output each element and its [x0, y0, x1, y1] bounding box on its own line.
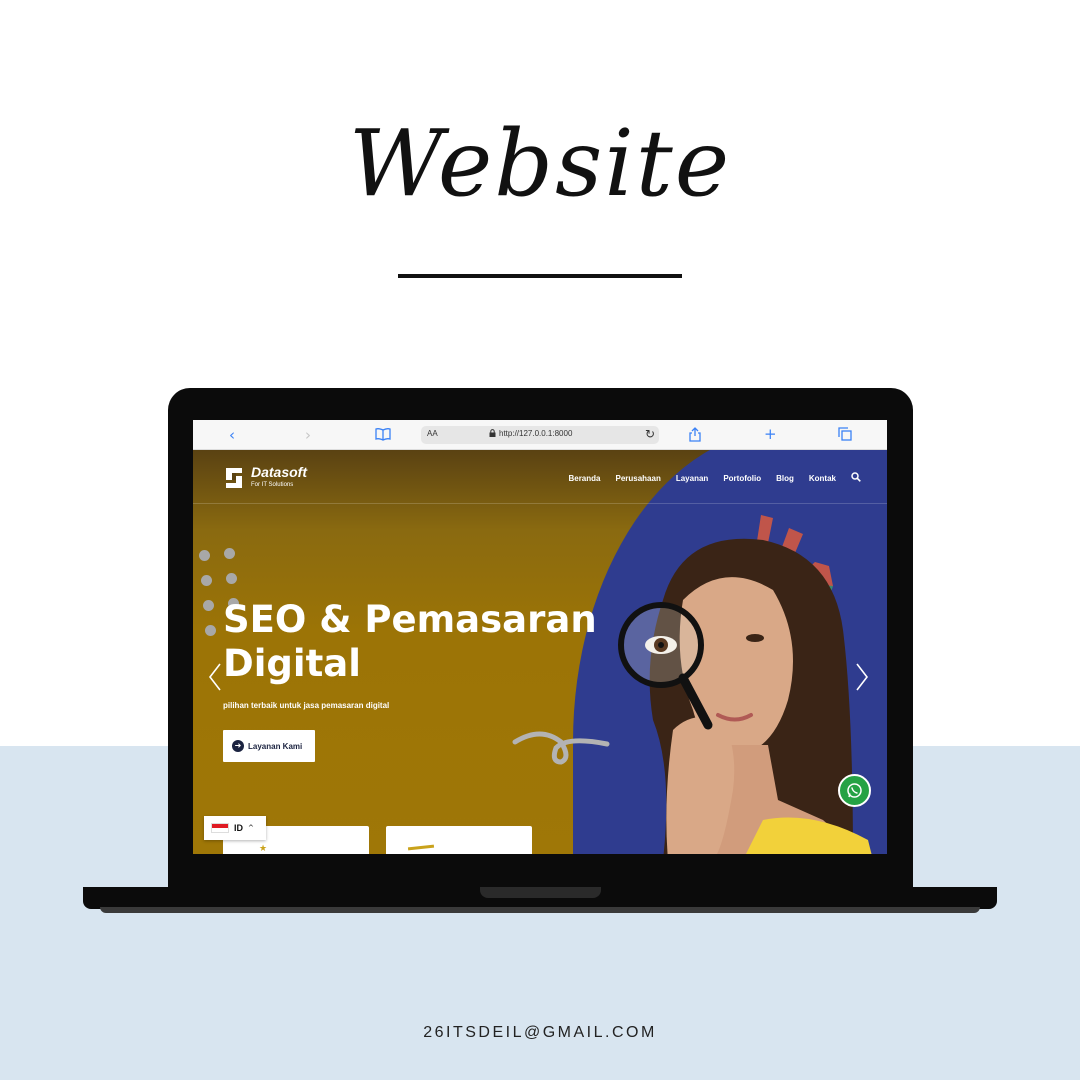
nav-item-layanan[interactable]: Layanan: [676, 474, 708, 483]
decor-dot: [205, 625, 216, 636]
url-text: http://127.0.0.1:8000: [499, 429, 573, 438]
lock-icon: [489, 429, 496, 439]
reload-icon[interactable]: ↻: [645, 427, 655, 441]
heading-underline: [398, 274, 682, 278]
decor-dot: [199, 550, 210, 561]
nav-item-kontak[interactable]: Kontak: [809, 474, 836, 483]
decor-dot: [201, 575, 212, 586]
page-heading: Website: [348, 110, 732, 217]
new-tab-icon[interactable]: +: [764, 425, 777, 443]
hero-subtitle: pilihan terbaik untuk jasa pemasaran dig…: [223, 701, 390, 710]
nav-divider: [193, 503, 887, 504]
hero-title: SEO & Pemasaran Digital: [223, 598, 597, 686]
whatsapp-icon: [847, 783, 862, 798]
main-nav: Beranda Perusahaan Layanan Portofolio Bl…: [568, 472, 861, 485]
nav-item-perusahaan[interactable]: Perusahaan: [615, 474, 660, 483]
forward-icon[interactable]: ›: [305, 426, 311, 444]
brand-tagline: For IT Solutions: [251, 482, 294, 488]
arrow-right-icon: ➜: [232, 740, 244, 752]
hero-person-image: [618, 538, 872, 854]
language-switcher[interactable]: ID ^: [204, 816, 266, 840]
services-cta-label: Layanan Kami: [248, 741, 303, 751]
decor-dot: [226, 573, 237, 584]
nav-item-blog[interactable]: Blog: [776, 474, 794, 483]
back-icon[interactable]: ‹: [229, 426, 235, 444]
search-icon[interactable]: [851, 472, 861, 485]
card-decor-icon: [407, 844, 435, 851]
laptop-notch: [480, 887, 601, 898]
indonesia-flag-icon: [211, 823, 229, 833]
slider-prev-icon[interactable]: [208, 662, 222, 700]
slider-next-icon[interactable]: [855, 662, 869, 700]
decor-dot: [224, 548, 235, 559]
star-icon: ★: [259, 844, 268, 854]
address-bar[interactable]: AA http://127.0.0.1:8000 ↻: [421, 426, 659, 444]
decor-squiggle: [512, 731, 610, 765]
laptop-screen: ‹ › AA http://127.0.0.1:8000 ↻ + Datasof…: [193, 420, 887, 854]
language-code: ID: [234, 823, 243, 833]
datasoft-logo-icon[interactable]: [223, 466, 245, 490]
nav-item-portofolio[interactable]: Portofolio: [723, 474, 761, 483]
chevron-up-icon: ^: [248, 824, 254, 832]
share-icon[interactable]: [689, 427, 701, 446]
whatsapp-button[interactable]: [838, 774, 871, 807]
brand-name[interactable]: Datasoft: [251, 464, 307, 480]
nav-item-beranda[interactable]: Beranda: [568, 474, 600, 483]
services-cta-button[interactable]: ➜ Layanan Kami: [223, 730, 315, 762]
hero-title-line1: SEO & Pemasaran: [223, 598, 597, 641]
reader-mode-button[interactable]: AA: [427, 429, 438, 438]
tabs-overview-icon[interactable]: [838, 427, 852, 445]
contact-email: 26ITSDEIL@GMAIL.COM: [423, 1024, 657, 1041]
hero-section: Datasoft For IT Solutions Beranda Perusa…: [193, 450, 887, 854]
hero-title-line2: Digital: [223, 642, 361, 685]
browser-toolbar: ‹ › AA http://127.0.0.1:8000 ↻ +: [193, 420, 887, 450]
laptop-base-shadow: [100, 907, 980, 913]
feature-card[interactable]: [386, 826, 532, 854]
bookmarks-icon[interactable]: [375, 427, 391, 445]
decor-dot: [203, 600, 214, 611]
